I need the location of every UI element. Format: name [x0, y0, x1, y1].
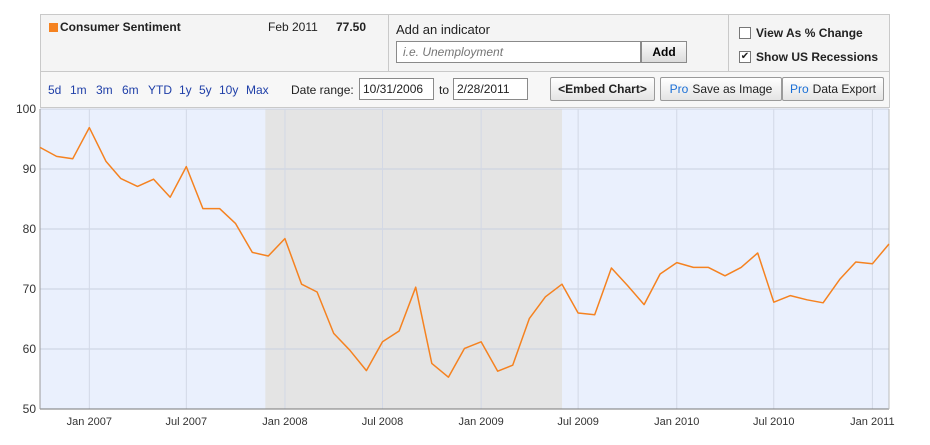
range-ytd[interactable]: YTD — [148, 83, 172, 97]
chart-options: View As % Change ✔ Show US Recessions — [729, 15, 889, 71]
add-indicator-button[interactable]: Add — [641, 41, 687, 63]
y-tick-label: 80 — [23, 222, 37, 236]
x-tick-label: Jan 2007 — [67, 416, 112, 428]
start-date-input[interactable]: 10/31/2006 — [359, 78, 434, 100]
range-3m[interactable]: 3m — [96, 83, 113, 97]
latest-value: 77.50 — [336, 20, 367, 34]
x-tick-label: Jan 2008 — [262, 416, 307, 428]
y-tick-label: 90 — [23, 162, 37, 176]
y-tick-label: 50 — [23, 402, 37, 416]
series-name: Consumer Sentiment — [60, 20, 181, 34]
view-pct-change-checkbox[interactable] — [739, 27, 751, 39]
range-10y[interactable]: 10y — [219, 83, 238, 97]
x-tick-label: Jul 2010 — [753, 416, 795, 428]
y-tick-label: 70 — [23, 282, 37, 296]
view-pct-change-option[interactable]: View As % Change — [739, 25, 863, 41]
show-recessions-option[interactable]: ✔ Show US Recessions — [739, 49, 878, 65]
save-as-image-button[interactable]: Pro Save as Image — [660, 77, 782, 101]
save-as-image-label: Save as Image — [692, 82, 773, 96]
to-label: to — [439, 83, 450, 97]
series-summary: Consumer Sentiment Feb 2011 77.50 — [41, 15, 389, 71]
end-date-input[interactable]: 2/28/2011 — [453, 78, 528, 100]
add-indicator-panel: Add an indicator Add — [389, 15, 729, 71]
range-1y[interactable]: 1y — [179, 83, 192, 97]
range-5y[interactable]: 5y — [199, 83, 212, 97]
series-color-swatch — [49, 23, 58, 32]
x-tick-label: Jan 2010 — [654, 416, 699, 428]
x-tick-label: Jan 2009 — [458, 416, 503, 428]
embed-chart-button[interactable]: <Embed Chart> — [550, 77, 655, 101]
data-export-button[interactable]: Pro Data Export — [782, 77, 884, 101]
add-indicator-label: Add an indicator — [396, 22, 490, 37]
view-pct-change-label: View As % Change — [756, 26, 863, 40]
range-5d[interactable]: 5d — [48, 83, 61, 97]
y-tick-label: 60 — [23, 342, 37, 356]
indicator-header: Consumer Sentiment Feb 2011 77.50 Add an… — [40, 14, 890, 72]
range-1m[interactable]: 1m — [70, 83, 87, 97]
consumer-sentiment-chart: 50 60 70 80 90 100 Jan 2007 Jul 2007 Jan 2008 Jul… — [16, 102, 895, 428]
data-export-label: Data Export — [812, 82, 877, 96]
x-tick-label: Jul 2007 — [166, 416, 208, 428]
x-tick-label: Jul 2008 — [362, 416, 404, 428]
latest-date: Feb 2011 — [268, 20, 318, 34]
pro-badge: Pro — [669, 82, 689, 96]
date-range-label: Date range: — [291, 83, 354, 97]
show-recessions-label: Show US Recessions — [756, 50, 879, 64]
range-6m[interactable]: 6m — [122, 83, 139, 97]
show-recessions-checkbox[interactable]: ✔ — [739, 51, 751, 63]
pro-badge: Pro — [789, 82, 809, 96]
indicator-search-input[interactable] — [396, 41, 641, 63]
y-tick-label: 100 — [16, 102, 36, 116]
range-max[interactable]: Max — [246, 83, 269, 97]
x-tick-label: Jul 2009 — [557, 416, 599, 428]
x-tick-label: Jan 2011 — [850, 416, 894, 428]
recession-band — [265, 109, 563, 409]
